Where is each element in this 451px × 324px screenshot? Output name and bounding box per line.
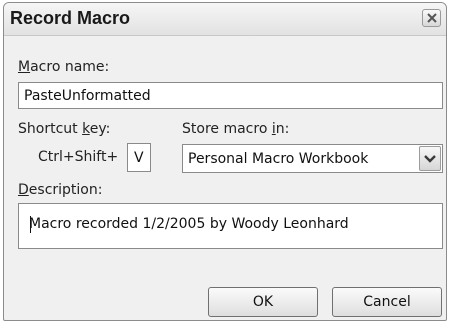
record-macro-dialog: Record Macro Macro name: PasteUnformatte… bbox=[3, 2, 447, 321]
store-macro-in-value: Personal Macro Workbook bbox=[188, 151, 369, 167]
close-icon bbox=[427, 13, 437, 23]
description-value: Macro recorded 1/2/2005 by Woody Leonhar… bbox=[29, 216, 349, 232]
cancel-button[interactable]: Cancel bbox=[332, 287, 442, 317]
text-caret bbox=[30, 216, 31, 233]
shortcut-key-label: Shortcut key: bbox=[18, 121, 111, 137]
store-macro-in-select[interactable]: Personal Macro Workbook bbox=[182, 144, 443, 173]
description-textarea[interactable]: Macro recorded 1/2/2005 by Woody Leonhar… bbox=[18, 203, 443, 249]
chevron-down-icon bbox=[424, 155, 436, 163]
ok-button[interactable]: OK bbox=[208, 287, 318, 317]
close-button[interactable] bbox=[422, 9, 441, 27]
description-label: Description: bbox=[18, 182, 103, 198]
shortcut-prefix-label: Ctrl+Shift+ bbox=[38, 149, 119, 165]
shortcut-key-input[interactable]: V bbox=[127, 143, 151, 172]
macro-name-input[interactable]: PasteUnformatted bbox=[18, 82, 443, 109]
dialog-title: Record Macro bbox=[10, 8, 131, 28]
macro-name-value: PasteUnformatted bbox=[24, 88, 151, 104]
macro-name-label: Macro name: bbox=[18, 59, 110, 75]
shortcut-key-value: V bbox=[134, 150, 144, 166]
dropdown-button[interactable] bbox=[419, 146, 441, 171]
title-bar: Record Macro bbox=[4, 3, 446, 36]
store-macro-in-label: Store macro in: bbox=[182, 121, 290, 137]
